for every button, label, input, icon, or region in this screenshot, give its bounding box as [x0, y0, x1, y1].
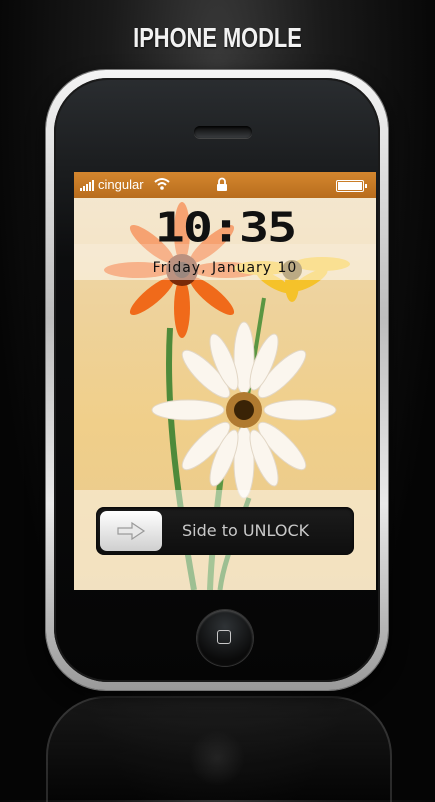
home-button[interactable] — [197, 610, 253, 666]
home-square-icon — [217, 630, 231, 644]
earpiece-speaker — [194, 126, 252, 138]
slider-knob[interactable] — [100, 511, 162, 551]
lock-date: Friday, January 10 — [152, 260, 298, 276]
page-title: IPHONE MODLE — [133, 22, 302, 53]
carrier-name: cingular — [98, 177, 144, 192]
wifi-icon — [154, 178, 170, 190]
status-bar: cingular — [74, 172, 376, 198]
phone-bezel: cingular 10:35 Friday, January 10 Side t… — [54, 78, 380, 682]
signal-icon — [80, 179, 96, 191]
iphone-device: cingular 10:35 Friday, January 10 Side t… — [46, 70, 388, 690]
lock-screen: cingular 10:35 Friday, January 10 Side t… — [74, 172, 376, 590]
lock-time: 10:35 — [154, 203, 298, 252]
unlock-slider[interactable]: Side to UNLOCK — [96, 507, 354, 555]
slider-label: Side to UNLOCK — [182, 521, 310, 540]
home-button-reflection — [189, 730, 245, 786]
battery-icon — [336, 180, 367, 192]
lock-icon — [217, 177, 227, 191]
arrow-right-icon — [117, 521, 146, 541]
